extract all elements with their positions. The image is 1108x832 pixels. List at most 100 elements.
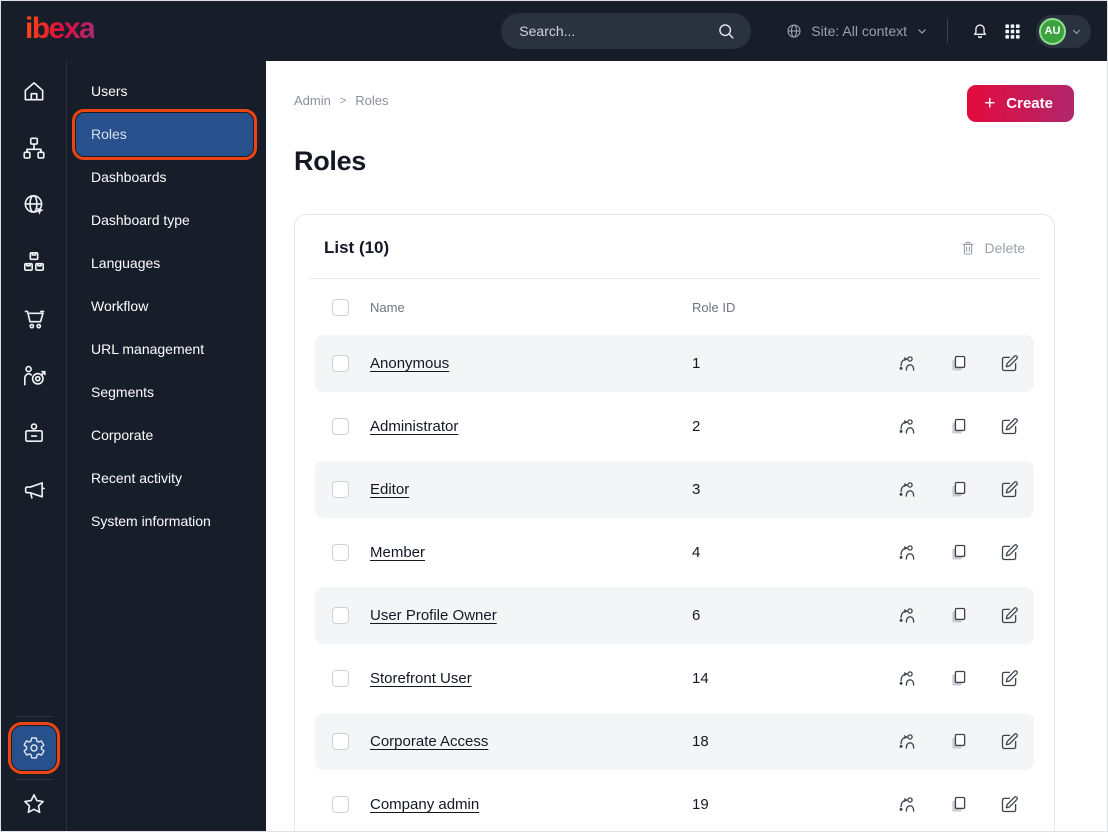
row-checkbox[interactable] (332, 607, 349, 624)
assign-users-icon[interactable] (896, 605, 917, 626)
search-input[interactable] (519, 23, 716, 39)
role-name-link[interactable]: Storefront User (370, 670, 472, 687)
role-name-link[interactable]: Anonymous (370, 355, 449, 372)
role-name-link[interactable]: Editor (370, 481, 409, 498)
sidebar-item-languages[interactable]: Languages (76, 242, 253, 285)
role-name-link[interactable]: Corporate Access (370, 733, 488, 750)
table-row[interactable]: Corporate Access 18 (315, 713, 1034, 770)
notifications-bell-icon[interactable] (964, 15, 996, 47)
assign-users-icon[interactable] (896, 479, 917, 500)
sidebar-item-corporate[interactable]: Corporate (76, 414, 253, 457)
rail-divider (14, 716, 53, 717)
role-name-link[interactable]: Member (370, 544, 425, 561)
site-context-selector[interactable]: Site: All context (785, 22, 929, 40)
rail-bottom (1, 716, 66, 821)
sidebar-item-url-management[interactable]: URL management (76, 328, 253, 371)
table-row[interactable]: Administrator 2 (315, 398, 1034, 455)
copy-icon[interactable] (948, 416, 969, 437)
sidebar-item-label: Dashboard type (91, 212, 190, 228)
copy-icon[interactable] (948, 353, 969, 374)
gear-icon (22, 736, 46, 760)
assign-users-icon[interactable] (896, 668, 917, 689)
main-content: Admin > Roles + Create Roles List (10) D… (266, 61, 1107, 831)
edit-icon[interactable] (999, 731, 1020, 752)
table-row[interactable]: Company admin 19 (315, 776, 1034, 831)
sidebar-item-label: Users (91, 83, 128, 99)
edit-icon[interactable] (999, 416, 1020, 437)
assign-users-icon[interactable] (896, 353, 917, 374)
site-management-icon[interactable] (21, 192, 47, 218)
table-row[interactable]: User Profile Owner 6 (315, 587, 1034, 644)
row-checkbox[interactable] (332, 544, 349, 561)
content-tree-icon[interactable] (21, 135, 47, 161)
row-checkbox[interactable] (332, 418, 349, 435)
create-button[interactable]: + Create (967, 85, 1074, 122)
edit-icon[interactable] (999, 353, 1020, 374)
row-checkbox[interactable] (332, 481, 349, 498)
search-icon[interactable] (715, 20, 737, 42)
copy-icon[interactable] (948, 794, 969, 815)
assign-users-icon[interactable] (896, 731, 917, 752)
list-title: List (10) (324, 238, 390, 257)
breadcrumb-roles[interactable]: Roles (355, 93, 388, 108)
delete-button[interactable]: Delete (960, 240, 1025, 256)
select-all-checkbox[interactable] (332, 298, 349, 316)
table-row[interactable]: Anonymous 1 (315, 335, 1034, 392)
role-name-link[interactable]: Administrator (370, 418, 458, 435)
assign-users-icon[interactable] (896, 542, 917, 563)
avatar: AU (1039, 17, 1066, 45)
role-id-value: 19 (692, 796, 709, 813)
sidebar-item-users[interactable]: Users (76, 70, 253, 113)
role-id-value: 14 (692, 670, 709, 687)
ibexa-logo[interactable]: ibexa (25, 14, 96, 48)
copy-icon[interactable] (948, 668, 969, 689)
edit-icon[interactable] (999, 542, 1020, 563)
row-checkbox[interactable] (332, 796, 349, 813)
sidebar-item-workflow[interactable]: Workflow (76, 285, 253, 328)
role-id-value: 18 (692, 733, 709, 750)
admin-settings-button[interactable] (7, 722, 60, 774)
sidebar-item-roles[interactable]: Roles (72, 109, 257, 160)
app-grid-icon[interactable] (996, 15, 1028, 47)
sidebar-item-label: Segments (91, 384, 155, 400)
sidebar-item-system-information[interactable]: System information (76, 500, 253, 543)
role-name-link[interactable]: Company admin (370, 796, 479, 813)
copy-icon[interactable] (948, 479, 969, 500)
assign-users-icon[interactable] (896, 794, 917, 815)
row-checkbox[interactable] (332, 733, 349, 750)
edit-icon[interactable] (999, 668, 1020, 689)
assign-users-icon[interactable] (896, 416, 917, 437)
row-actions (896, 353, 1020, 374)
personalization-target-icon[interactable] (21, 363, 47, 389)
row-checkbox[interactable] (332, 355, 349, 372)
product-catalog-icon[interactable] (21, 249, 47, 275)
role-name-link[interactable]: User Profile Owner (370, 607, 497, 624)
breadcrumb-admin[interactable]: Admin (294, 93, 331, 108)
commerce-cart-icon[interactable] (21, 306, 47, 332)
edit-icon[interactable] (999, 479, 1020, 500)
user-menu[interactable]: AU (1036, 14, 1091, 48)
corporate-badge-icon[interactable] (21, 420, 47, 446)
sidebar-item-dashboard-type[interactable]: Dashboard type (76, 199, 253, 242)
home-icon[interactable] (21, 78, 47, 104)
global-search[interactable] (501, 13, 752, 49)
edit-icon[interactable] (999, 794, 1020, 815)
table-row[interactable]: Member 4 (315, 524, 1034, 581)
copy-icon[interactable] (948, 542, 969, 563)
marketing-megaphone-icon[interactable] (21, 477, 47, 503)
sidebar-item-segments[interactable]: Segments (76, 371, 253, 414)
topbar-divider (947, 19, 948, 43)
page-title: Roles (294, 146, 367, 176)
row-checkbox[interactable] (332, 670, 349, 687)
edit-icon[interactable] (999, 605, 1020, 626)
sidebar-item-label: Languages (91, 255, 161, 271)
sidebar-item-dashboards[interactable]: Dashboards (76, 156, 253, 199)
sidebar-item-label: Roles (91, 126, 127, 142)
copy-icon[interactable] (948, 731, 969, 752)
table-row[interactable]: Storefront User 14 (315, 650, 1034, 707)
bookmarks-star-icon[interactable] (21, 791, 47, 817)
plus-icon: + (984, 92, 996, 114)
table-row[interactable]: Editor 3 (315, 461, 1034, 518)
copy-icon[interactable] (948, 605, 969, 626)
sidebar-item-recent-activity[interactable]: Recent activity (76, 457, 253, 500)
